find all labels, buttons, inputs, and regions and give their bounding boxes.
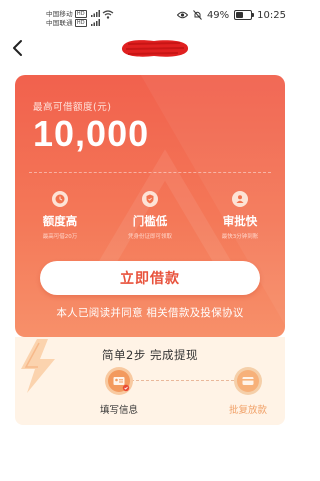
feature-title: 门槛低 xyxy=(132,214,168,228)
carrier-2: 中国联通 HD xyxy=(46,17,101,27)
wifi-icon xyxy=(102,10,114,19)
feature-title: 审批快 xyxy=(222,214,258,228)
agreement-link[interactable]: 相关借款及投保协议 xyxy=(146,307,243,319)
step-label: 填写信息 xyxy=(99,405,138,416)
limit-label: 最高可借额度(元) xyxy=(33,102,112,113)
status-bar: 中国移动 HD 中国联通 HD 49% 10:25 xyxy=(0,0,300,34)
nav-bar xyxy=(0,34,300,64)
feature-subtitle: 最快3分钟到账 xyxy=(221,234,259,240)
limit-amount: 10,000 xyxy=(33,113,150,154)
feature-low-threshold: 门槛低 凭身份证即可领取 xyxy=(105,191,195,240)
feature-subtitle: 最高可借20万 xyxy=(42,234,78,240)
hd-badge-2: HD xyxy=(74,19,87,27)
divider xyxy=(29,172,271,173)
status-right: 49% 10:25 xyxy=(176,8,286,22)
signal-icon xyxy=(91,10,101,17)
clock-icon xyxy=(52,191,68,207)
shield-icon xyxy=(142,191,158,207)
card-icon xyxy=(234,367,262,395)
lightning-icon xyxy=(21,339,55,393)
back-arrow-icon[interactable] xyxy=(8,38,28,58)
feature-fast-approval: 审批快 最快3分钟到账 xyxy=(195,191,285,240)
carrier-2-name: 中国联通 xyxy=(46,19,73,27)
redacted-title xyxy=(121,40,189,57)
apply-loan-button[interactable]: 立即借款 xyxy=(40,261,260,295)
feature-list: 额度高 最高可借20万 门槛低 凭身份证即可领取 审批快 最快3分钟到账 xyxy=(15,191,285,251)
steps-title: 简单2步 完成提现 xyxy=(102,348,198,362)
battery-fill xyxy=(236,12,244,18)
person-icon xyxy=(232,191,248,207)
steps-card: 简单2步 完成提现 填写信息 批复放款 xyxy=(15,337,285,425)
step-fill-info: 填写信息 xyxy=(84,367,154,416)
feature-title: 额度高 xyxy=(42,214,78,228)
signal-icon-2 xyxy=(91,19,101,26)
battery-icon xyxy=(234,10,255,20)
id-card-icon xyxy=(105,367,133,395)
agreement-prefix: 本人已阅读并同意 xyxy=(56,307,143,319)
agreement-text: 本人已阅读并同意 相关借款及投保协议 xyxy=(15,305,285,320)
clock-time: 10:25 xyxy=(257,9,286,21)
loan-card: 最高可借额度(元) 10,000 额度高 最高可借20万 门槛低 凭身份证即可领… xyxy=(15,75,285,337)
feature-subtitle: 凭身份证即可领取 xyxy=(127,234,172,240)
battery-percent: 49% xyxy=(206,9,230,21)
eye-icon xyxy=(176,11,188,19)
step-approval: 批复放款 xyxy=(213,367,283,416)
mute-icon xyxy=(193,10,202,20)
step-label: 批复放款 xyxy=(228,405,267,416)
feature-high-limit: 额度高 最高可借20万 xyxy=(15,191,105,240)
